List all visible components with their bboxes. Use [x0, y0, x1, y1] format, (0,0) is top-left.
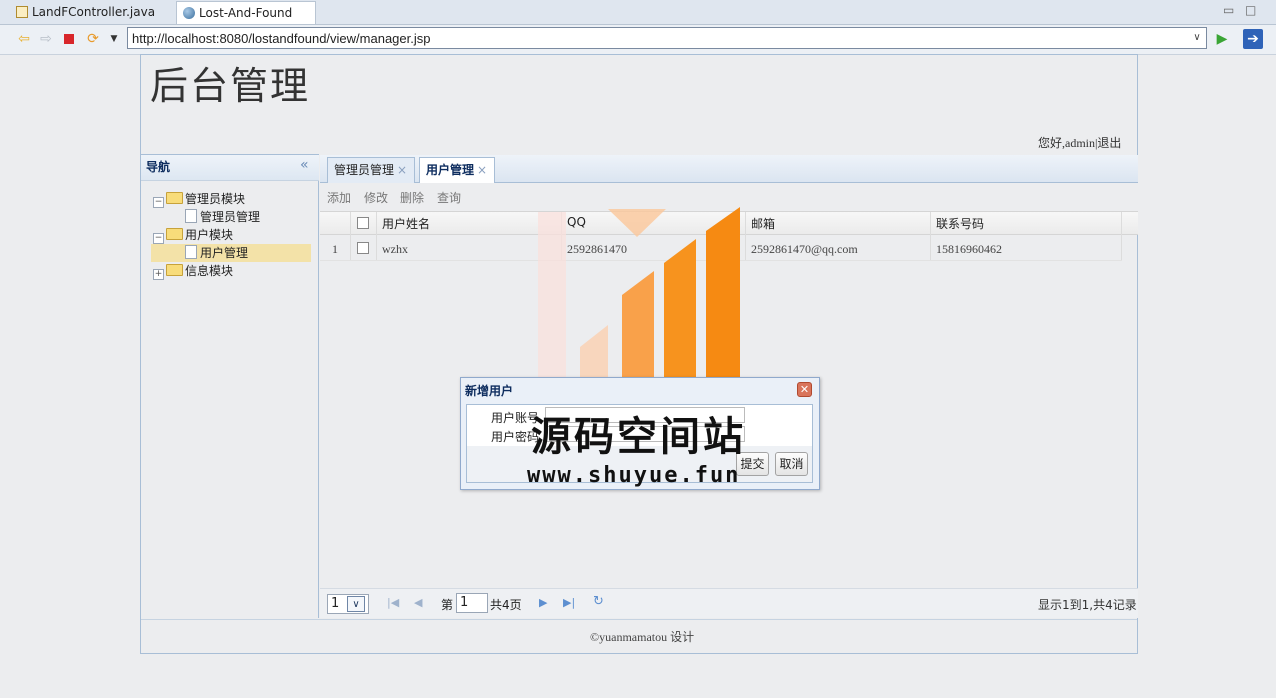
tree-node-user-manage[interactable]: 用户管理: [151, 244, 311, 262]
column-header-phone[interactable]: 联系号码: [936, 215, 984, 232]
folder-closed-icon: [166, 264, 183, 276]
dialog-title: 新增用户: [465, 384, 514, 398]
watermark-url: www.shuyue.fun: [527, 463, 741, 488]
copyright-text: ©yuanmamatou 设计: [590, 630, 695, 644]
page-number-input[interactable]: 1: [456, 593, 488, 613]
forward-icon[interactable]: ⇨: [38, 31, 54, 47]
folder-open-icon: [166, 192, 183, 204]
page-title: 后台管理: [150, 64, 311, 108]
cell-email: 2592861470@qq.com: [751, 242, 858, 256]
folder-open-icon: [166, 228, 183, 240]
prev-page-icon[interactable]: ◀: [414, 596, 422, 609]
row-checkbox[interactable]: [357, 242, 369, 254]
close-icon[interactable]: ×: [397, 163, 407, 177]
minimize-icon[interactable]: ▭: [1223, 3, 1234, 17]
page-label: 第: [441, 598, 454, 612]
watermark-text: 源码空间站: [531, 414, 746, 460]
tree-node-label: 用户模块: [185, 228, 234, 242]
open-external-icon[interactable]: ➔: [1243, 29, 1263, 49]
watermark-logo: [538, 207, 740, 377]
tree-node-label: 管理员模块: [185, 192, 246, 206]
page-icon: [185, 245, 197, 259]
expand-toggle-icon[interactable]: +: [153, 269, 164, 280]
page-info: 显示1到1,共4记录: [1038, 598, 1137, 612]
collapse-toggle-icon[interactable]: −: [153, 233, 164, 244]
tab-admin-manage[interactable]: 管理员管理 ×: [327, 157, 415, 183]
page-icon: [185, 209, 197, 223]
close-icon[interactable]: ×: [477, 163, 487, 177]
next-page-icon[interactable]: ▶: [539, 596, 547, 609]
tree-node-label: 管理员管理: [200, 210, 261, 224]
user-greeting-logout[interactable]: 您好,admin|退出: [1038, 134, 1121, 151]
cell-name: wzhx: [382, 242, 408, 256]
first-page-icon[interactable]: |◀: [387, 596, 399, 609]
back-icon[interactable]: ⇦: [16, 31, 32, 47]
tab-user-manage[interactable]: 用户管理 ×: [419, 157, 495, 184]
cell-phone: 15816960462: [936, 242, 1002, 256]
tree-node-admin-manage[interactable]: 管理员管理: [185, 208, 260, 226]
query-button[interactable]: 查询: [437, 189, 461, 206]
add-button[interactable]: 添加: [327, 189, 351, 206]
select-all-checkbox[interactable]: [357, 217, 369, 229]
delete-button[interactable]: 删除: [400, 189, 424, 206]
nav-title: 导航: [146, 160, 171, 174]
column-header-email[interactable]: 邮箱: [751, 215, 775, 232]
tree-node-label: 用户管理: [200, 246, 249, 260]
collapse-toggle-icon[interactable]: −: [153, 197, 164, 208]
editor-tab-lost-and-found[interactable]: Lost-And-Found ✕: [176, 1, 316, 42]
refresh-icon[interactable]: ↻: [593, 594, 604, 609]
last-page-icon[interactable]: ▶|: [563, 596, 575, 609]
tab-label: 用户管理: [426, 163, 475, 177]
url-dropdown-icon[interactable]: ∨: [1190, 28, 1204, 48]
stop-icon[interactable]: [61, 31, 77, 47]
java-file-icon: [16, 6, 28, 18]
globe-icon: [183, 7, 195, 19]
editor-tab-label: Lost-And-Found: [199, 6, 293, 20]
tree-node-info-module[interactable]: + 信息模块: [153, 262, 233, 280]
total-pages: 共4页: [490, 598, 522, 612]
tab-label: 管理员管理: [334, 163, 395, 177]
cancel-button[interactable]: 取消: [775, 452, 808, 476]
chevron-down-icon[interactable]: ▼: [106, 31, 122, 47]
tree-node-user-module[interactable]: − 用户模块: [153, 226, 233, 244]
browser-toolbar: ⇦ ⇨ ⟳ ▼ http://localhost:8080/lostandfou…: [0, 25, 1276, 55]
collapse-icon[interactable]: «: [300, 157, 309, 173]
editor-tab-label: LandFController.java: [32, 5, 156, 19]
url-input[interactable]: http://localhost:8080/lostandfound/view/…: [127, 27, 1207, 49]
maximize-icon[interactable]: □: [1245, 3, 1256, 17]
column-header-name[interactable]: 用户姓名: [382, 215, 430, 232]
tree-node-admin-module[interactable]: − 管理员模块: [153, 190, 245, 208]
tree-node-label: 信息模块: [185, 264, 234, 278]
close-icon[interactable]: ✕: [797, 382, 812, 397]
chevron-down-icon[interactable]: ∨: [347, 596, 365, 612]
row-index: 1: [332, 242, 338, 256]
go-icon[interactable]: ▶: [1214, 31, 1230, 47]
editor-tab-landfcontroller[interactable]: LandFController.java: [8, 1, 163, 23]
refresh-icon[interactable]: ⟳: [85, 31, 101, 47]
edit-button[interactable]: 修改: [364, 189, 388, 206]
